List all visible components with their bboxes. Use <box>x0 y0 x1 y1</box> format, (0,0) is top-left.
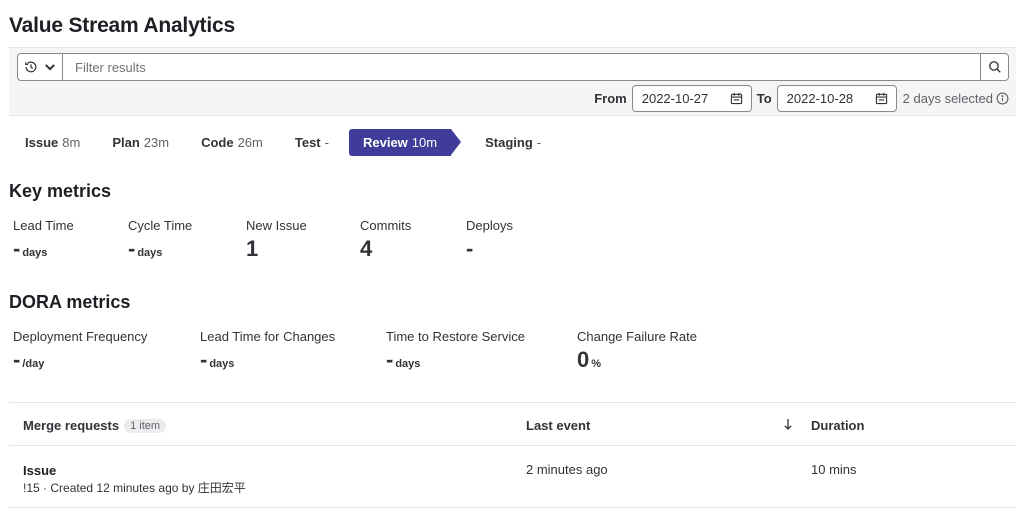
mr-author-link[interactable]: 庄田宏平 <box>198 481 246 495</box>
mr-created-prefix: · Created <box>39 481 97 495</box>
metric-unit: % <box>591 358 602 370</box>
stage-name: Plan <box>112 135 140 150</box>
count-badge: 1 item <box>124 419 167 433</box>
info-icon[interactable] <box>996 92 1009 105</box>
header-last-event[interactable]: Last event <box>526 418 590 433</box>
metric-value: - <box>386 347 394 372</box>
metric-value: - <box>466 236 474 261</box>
metric-unit: days <box>395 358 421 370</box>
mr-meta: !15 · Created 12 minutes ago by 庄田宏平 <box>23 479 246 496</box>
stage-staging[interactable]: Staging - <box>469 129 557 156</box>
dora-metrics-title: DORA metrics <box>9 292 131 312</box>
stage-review[interactable]: Review 10m <box>348 129 462 156</box>
metric-lead-time-for-changes: Lead Time for Changes - days <box>200 329 335 371</box>
stage-time: - <box>536 135 542 150</box>
chevron-down-icon <box>44 64 55 71</box>
metric-label: Lead Time for Changes <box>200 329 336 344</box>
metric-deployment-frequency: Deployment Frequency -/day <box>13 329 147 371</box>
from-label: From <box>594 90 627 106</box>
metric-label: Change Failure Rate <box>577 329 697 344</box>
metric-label: Commits <box>360 218 412 233</box>
metric-unit: days <box>22 247 48 259</box>
stage-name: Code <box>201 135 234 150</box>
table-row: Issue !15 · Created 12 minutes ago by 庄田… <box>9 446 1016 508</box>
search-icon <box>988 61 1001 73</box>
metric-time-to-restore: Time to Restore Service - days <box>386 329 525 371</box>
metric-label: Deployment Frequency <box>13 329 148 344</box>
mr-by: by <box>178 481 198 495</box>
stage-code[interactable]: Code 26m <box>185 129 279 156</box>
from-date-value: 2022-10-27 <box>641 90 709 106</box>
mr-created-when: 12 minutes ago <box>96 481 179 495</box>
metric-label: Time to Restore Service <box>386 329 525 344</box>
metric-value: - <box>200 347 208 372</box>
search-button[interactable] <box>980 54 1008 80</box>
header-duration[interactable]: Duration <box>811 418 864 433</box>
metric-unit: days <box>137 247 163 259</box>
search-input[interactable] <box>63 54 980 80</box>
metric-value: - <box>13 347 21 372</box>
stage-time: 8m <box>62 135 81 150</box>
metric-value: - <box>13 236 21 261</box>
metric-cycle-time: Cycle Time - days <box>128 218 192 260</box>
mr-last-event: 2 minutes ago <box>526 462 608 477</box>
from-date-input[interactable]: 2022-10-27 <box>631 84 752 112</box>
metric-value: - <box>128 236 136 261</box>
filtered-search-bar <box>17 53 1009 81</box>
recent-searches-button[interactable] <box>18 54 63 80</box>
date-range-picker: From 2022-10-27 To 2022-10-28 2 days sel… <box>594 84 1009 112</box>
metric-label: Lead Time <box>13 218 74 233</box>
metric-unit: days <box>209 358 235 370</box>
metric-change-failure-rate: Change Failure Rate 0% <box>577 329 697 371</box>
mr-title-link[interactable]: Issue <box>23 463 56 478</box>
merge-requests-table: Merge requests 1 item Last event Duration… <box>9 402 1016 508</box>
stage-issue[interactable]: Issue 8m <box>9 129 96 156</box>
to-date-input[interactable]: 2022-10-28 <box>776 84 897 112</box>
metric-deploys: Deploys - <box>466 218 513 260</box>
page-title: Value Stream Analytics <box>9 14 235 37</box>
stage-name: Review <box>362 135 408 150</box>
stage-time: 23m <box>143 135 170 150</box>
metric-new-issue: New Issue 1 <box>246 218 307 260</box>
header-label: Merge requests <box>23 418 120 433</box>
metric-value: 4 <box>360 236 373 261</box>
mr-ref-link[interactable]: !15 <box>23 481 40 495</box>
sort-arrow-down-icon[interactable] <box>783 417 793 431</box>
metric-label: New Issue <box>246 218 307 233</box>
days-selected-text: 2 days selected <box>903 91 1009 106</box>
stage-time: 26m <box>237 135 263 150</box>
history-icon <box>24 61 36 73</box>
metric-value: 1 <box>246 236 259 261</box>
stage-plan[interactable]: Plan 23m <box>96 129 185 156</box>
header-merge-requests: Merge requests 1 item <box>23 418 167 433</box>
metric-value: 0 <box>577 347 590 372</box>
metric-label: Deploys <box>466 218 513 233</box>
mr-duration: 10 mins <box>811 462 857 477</box>
filter-area: From 2022-10-27 To 2022-10-28 2 days sel… <box>9 47 1016 116</box>
stage-name: Test <box>294 135 321 150</box>
to-label: To <box>756 90 772 106</box>
stage-name: Staging <box>485 135 533 150</box>
stage-time: 10m <box>411 135 438 150</box>
days-selected-label: 2 days selected <box>902 90 993 106</box>
metric-label: Cycle Time <box>128 218 193 233</box>
stage-time: - <box>324 135 329 150</box>
calendar-icon <box>730 92 742 104</box>
metric-unit: /day <box>22 358 45 370</box>
stage-navigation: Issue 8m Plan 23m Code 26m Test - Review 10m … <box>9 129 557 156</box>
table-header: Merge requests 1 item Last event Duration <box>9 402 1016 446</box>
calendar-icon <box>875 92 887 104</box>
metric-lead-time: Lead Time - days <box>13 218 74 260</box>
key-metrics-title: Key metrics <box>9 181 112 201</box>
to-date-value: 2022-10-28 <box>786 90 854 106</box>
stage-test[interactable]: Test - <box>279 129 345 156</box>
stage-name: Issue <box>25 135 59 150</box>
metric-commits: Commits 4 <box>360 218 411 260</box>
